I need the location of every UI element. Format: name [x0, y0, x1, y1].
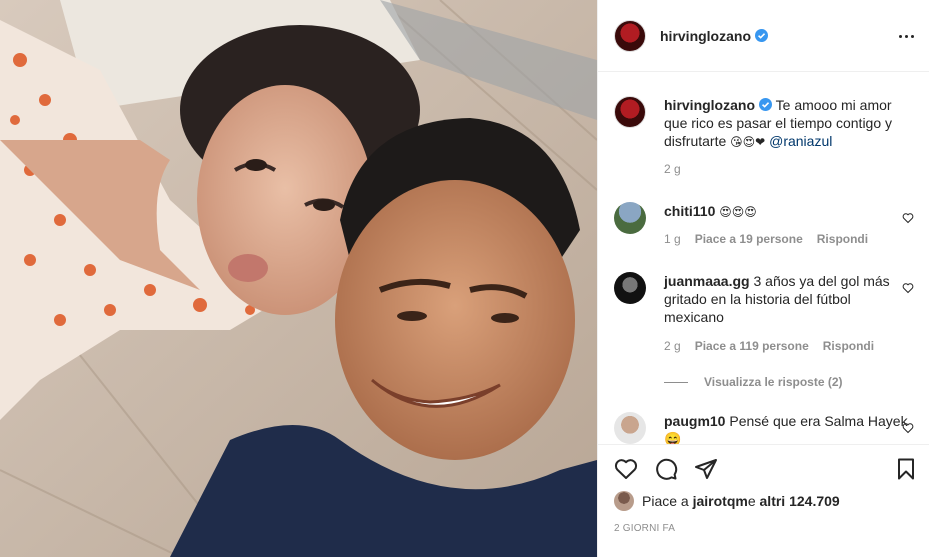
- verified-badge-icon: [759, 98, 772, 111]
- post-date[interactable]: 2 GIORNI FA: [614, 523, 675, 534]
- caption-author[interactable]: hirvinglozano: [664, 97, 755, 113]
- comment-item: chiti110 😍😍😍 1 g Piace a 19 persone Risp…: [614, 202, 914, 246]
- comment-bubble-icon[interactable]: [654, 457, 678, 481]
- caption-body: hirvinglozano Te amooo mi amor que rico …: [664, 96, 914, 151]
- caption-mention[interactable]: @raniazul: [769, 133, 832, 149]
- caption-meta: 2 g: [664, 162, 914, 176]
- comment-meta: 1 g Piace a 19 persone Rispondi: [664, 232, 914, 246]
- liker-avatar[interactable]: [614, 491, 634, 511]
- post-actions: Piace a jairotqm e altri 124.709 2 GIORN…: [598, 444, 929, 557]
- caption-time[interactable]: 2 g: [664, 162, 681, 176]
- liker-username[interactable]: jairotqm: [693, 493, 748, 509]
- comment-likes[interactable]: Piace a 19 persone: [695, 232, 803, 246]
- comment-item: paugm10 Pensé que era Salma Hayek 😄: [614, 412, 914, 444]
- comment-author-avatar[interactable]: [614, 412, 646, 444]
- comment-author[interactable]: juanmaaa.gg: [664, 273, 750, 289]
- comment-meta: 2 g Piace a 119 persone Rispondi: [664, 339, 914, 353]
- author-username-text[interactable]: hirvinglozano: [660, 28, 751, 44]
- caption: hirvinglozano Te amooo mi amor que rico …: [614, 96, 914, 176]
- comment-author-avatar[interactable]: [614, 272, 646, 304]
- view-replies-button[interactable]: Visualizza le risposte (2): [664, 375, 843, 389]
- action-icons: [614, 457, 718, 481]
- verified-badge-icon: [755, 28, 768, 42]
- comments-feed[interactable]: hirvinglozano Te amooo mi amor que rico …: [598, 73, 929, 444]
- post-sidebar: hirvinglozano hirvinglozano Te amooo mi …: [597, 0, 929, 557]
- like-comment-heart-icon[interactable]: [902, 212, 914, 224]
- comment-item: juanmaaa.gg 3 años ya del gol más gritad…: [614, 272, 914, 353]
- more-options-icon[interactable]: [896, 26, 916, 46]
- comment-author[interactable]: paugm10: [664, 413, 725, 429]
- selfie-image: [0, 0, 597, 557]
- like-heart-icon[interactable]: [614, 457, 638, 481]
- post-photo[interactable]: [0, 0, 597, 557]
- like-comment-heart-icon[interactable]: [902, 422, 914, 434]
- reply-button[interactable]: Rispondi: [817, 232, 868, 246]
- likes-prefix: Piace a: [642, 493, 689, 509]
- author-username[interactable]: hirvinglozano: [660, 28, 768, 44]
- comment-time[interactable]: 1 g: [664, 232, 681, 246]
- comment-body: chiti110 😍😍😍: [664, 202, 914, 221]
- comment-likes[interactable]: Piace a 119 persone: [695, 339, 809, 353]
- likes-others-count[interactable]: altri 124.709: [760, 493, 840, 509]
- share-paper-plane-icon[interactable]: [694, 457, 718, 481]
- comment-time[interactable]: 2 g: [664, 339, 681, 353]
- caption-emojis: 😘😍❤: [730, 135, 766, 149]
- comment-author[interactable]: chiti110: [664, 203, 715, 219]
- like-comment-heart-icon[interactable]: [902, 282, 914, 294]
- bookmark-icon[interactable]: [894, 457, 918, 481]
- save-bookmark-button[interactable]: [894, 457, 918, 481]
- likes-summary: Piace a jairotqm e altri 124.709: [614, 491, 840, 511]
- post-header: hirvinglozano: [598, 0, 929, 72]
- likes-conjunction: e: [747, 493, 756, 509]
- comment-body: juanmaaa.gg 3 años ya del gol más gritad…: [664, 272, 914, 326]
- caption-author-avatar[interactable]: [614, 96, 646, 128]
- comment-body: paugm10 Pensé que era Salma Hayek 😄: [664, 412, 914, 444]
- comment-author-avatar[interactable]: [614, 202, 646, 234]
- view-replies-label[interactable]: Visualizza le risposte (2): [704, 375, 843, 389]
- comment-text: 😍😍😍: [719, 205, 757, 219]
- replies-divider: [664, 381, 688, 383]
- reply-button[interactable]: Rispondi: [823, 339, 874, 353]
- author-avatar[interactable]: [614, 19, 646, 52]
